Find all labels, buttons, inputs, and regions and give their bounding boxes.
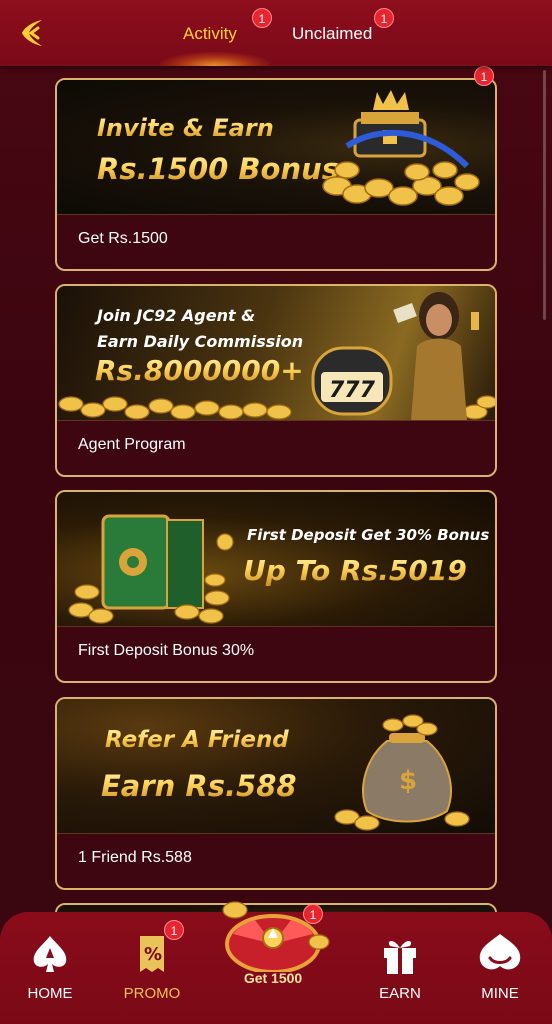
svg-text:$: $ <box>399 766 417 796</box>
active-tab-glow <box>160 52 270 66</box>
card-divider <box>57 833 495 834</box>
promo-card-agent[interactable]: Join JC92 Agent & Earn Daily Commission … <box>55 284 497 477</box>
banner-amount: Up To Rs.5019 <box>243 554 467 587</box>
banner-headline: First Deposit Get 30% Bonus <box>247 526 490 544</box>
nav-earn-label: EARN <box>379 985 421 1002</box>
safe-with-coins-icon <box>68 514 234 624</box>
promo-banner-invite: Invite & Earn Rs.1500 Bonus <box>57 80 495 214</box>
banner-headline: Invite & Earn <box>97 114 274 142</box>
nav-get-bonus-label: Get 1500 <box>243 970 303 986</box>
promo-card-invite[interactable]: Invite & Earn Rs.1500 Bonus Get Rs.1500 <box>55 78 497 271</box>
promo-caption: Agent Program <box>78 436 186 453</box>
tab-unclaimed[interactable]: Unclaimed <box>292 24 372 44</box>
home-spade-icon <box>33 936 67 972</box>
promo-banner-refer: Refer A Friend Earn Rs.588 $ <box>57 699 495 833</box>
nav-promo-badge: 1 <box>164 920 184 940</box>
card-divider <box>57 420 495 421</box>
promo-banner-first-deposit: First Deposit Get 30% Bonus Up To Rs.501… <box>57 492 495 626</box>
nav-promo[interactable]: % PROMO <box>112 932 192 1002</box>
promo-card-first-deposit[interactable]: First Deposit Get 30% Bonus Up To Rs.501… <box>55 490 497 683</box>
mine-profile-icon <box>479 934 521 970</box>
back-arrow-icon <box>22 20 42 46</box>
nav-get-bonus-badge: 1 <box>303 904 323 924</box>
tab-activity-badge: 1 <box>252 8 272 28</box>
back-button[interactable] <box>18 16 48 50</box>
nav-promo-label: PROMO <box>123 985 181 1002</box>
money-bag-icon: $ <box>334 714 470 831</box>
nav-home[interactable]: HOME <box>10 932 90 1002</box>
nav-earn[interactable]: EARN <box>360 932 440 1002</box>
nav-get-bonus[interactable]: Get 1500 1 <box>215 898 331 988</box>
nav-mine[interactable]: MINE <box>460 932 540 1002</box>
promo-card-refer[interactable]: Refer A Friend Earn Rs.588 $ 1 Friend Rs… <box>55 697 497 890</box>
nav-home-label: HOME <box>27 985 73 1002</box>
promo-ticket-icon: % <box>140 936 164 972</box>
scrollbar[interactable] <box>543 70 546 320</box>
banner-headline: Refer A Friend <box>105 727 289 753</box>
nav-mine-label: MINE <box>481 985 519 1002</box>
banner-headline: Join JC92 Agent & <box>97 306 256 325</box>
promo-banner-agent: Join JC92 Agent & Earn Daily Commission … <box>57 286 495 420</box>
promo-card-badge: 1 <box>474 66 494 86</box>
card-divider <box>57 214 495 215</box>
slot-reels: 777 <box>329 378 375 403</box>
banner-amount: Rs.1500 Bonus <box>97 152 339 186</box>
promotions-screen: Activity 1 Unclaimed 1 Invite & Earn Rs.… <box>0 0 552 1024</box>
svg-text:%: % <box>144 944 162 965</box>
banner-amount: Earn Rs.588 <box>101 769 297 803</box>
card-divider <box>57 626 495 627</box>
promo-caption: 1 Friend Rs.588 <box>78 849 192 866</box>
promo-caption: Get Rs.1500 <box>78 230 168 247</box>
banner-subline: Earn Daily Commission <box>97 332 304 351</box>
tab-activity[interactable]: Activity <box>183 24 237 44</box>
agent-woman-image <box>393 292 479 420</box>
tab-unclaimed-badge: 1 <box>374 8 394 28</box>
treasure-chest-icon <box>322 90 480 206</box>
promo-caption: First Deposit Bonus 30% <box>78 642 255 659</box>
top-bar: Activity 1 Unclaimed 1 <box>0 0 552 66</box>
gift-icon <box>384 941 416 974</box>
